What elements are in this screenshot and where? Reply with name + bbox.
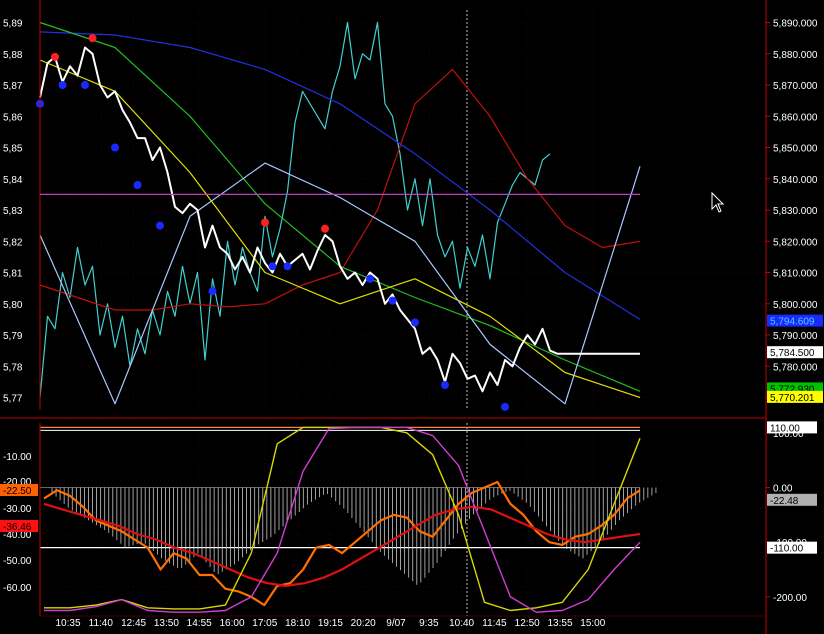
y-tick-label-right: 5,850.000 — [773, 144, 818, 155]
y-tick-label-left: 5,84 — [3, 175, 23, 186]
y-tick-label-left: 5,88 — [3, 50, 23, 61]
series-line — [39, 46, 640, 393]
value-tag-left-label: -22.50 — [3, 486, 32, 497]
x-tick-label: 13:50 — [154, 618, 179, 629]
x-tick-label: 11:45 — [482, 618, 507, 629]
signal-dot — [411, 318, 419, 327]
value-tag-right-label: -110.00 — [770, 544, 804, 555]
mouse-cursor-icon — [711, 191, 725, 213]
y-tick-label-right: 5,890.000 — [773, 19, 818, 30]
signal-dot — [81, 81, 89, 89]
x-tick-label: 9/07 — [386, 618, 406, 629]
price-chart: 10:35 11:40 12:45 13:50 14:55 16:00 17:05 18:10… — [0, 0, 823, 634]
price-tag-label: 5,770.201 — [770, 393, 815, 404]
x-tick-label: 13:55 — [547, 618, 572, 629]
y-tick-label-right: 5,800.000 — [773, 300, 818, 311]
value-tag-left-label: -36.46 — [3, 522, 32, 533]
y-tick-label-right: -200.00 — [773, 593, 807, 604]
x-tick-label: 19:15 — [318, 618, 343, 629]
y-tick-label-left: 5,82 — [3, 237, 23, 248]
signal-dot — [388, 296, 397, 305]
series-line — [39, 31, 641, 320]
x-tick-label: 16:00 — [219, 618, 244, 629]
signal-dot — [156, 221, 164, 230]
x-tick-label: 12:50 — [515, 618, 540, 629]
signal-dot — [111, 143, 119, 152]
series-line — [39, 162, 641, 405]
x-tick-label: 18:10 — [285, 618, 310, 629]
signal-dot — [208, 287, 217, 296]
signal-dot — [441, 381, 449, 389]
y-tick-label-right: 5,880.000 — [773, 50, 818, 61]
value-tag-right-label: -22.48 — [770, 496, 799, 507]
y-tick-label-right: 5,840.000 — [773, 175, 818, 186]
oscillator-series-layer — [40, 426, 657, 613]
y-tick-label-left: 5,77 — [3, 394, 23, 405]
y-tick-label-right: 5,830.000 — [773, 206, 818, 217]
upper-series-layer — [39, 21, 641, 405]
signal-dot — [133, 181, 142, 189]
y-tick-label-left: 5,85 — [3, 144, 23, 155]
x-tick-label: 20:20 — [351, 618, 376, 629]
y-tick-label-left: -30.00 — [3, 504, 32, 515]
signal-dot — [283, 262, 292, 271]
y-tick-label-right: 5,870.000 — [773, 81, 818, 92]
series-line — [39, 68, 641, 311]
price-tag-label: 5,784.500 — [770, 348, 815, 359]
x-tick-label: 14:55 — [187, 618, 212, 629]
signal-dot — [51, 52, 59, 61]
price-tag-label: 5,794.609 — [770, 317, 815, 328]
series-line — [39, 59, 641, 399]
y-tick-label-left: -50.00 — [3, 556, 32, 567]
x-tick-label: 10:40 — [449, 618, 474, 629]
y-tick-label-right: 5,860.000 — [773, 112, 818, 123]
x-tick-label: 17:05 — [252, 618, 277, 629]
y-tick-label-left: 5,87 — [3, 81, 23, 92]
y-tick-label-left: 5,81 — [3, 269, 23, 280]
y-tick-label-left: 5,83 — [3, 206, 23, 217]
signal-dot — [321, 224, 329, 233]
y-tick-label-left: 5,89 — [3, 19, 23, 30]
y-tick-label-right: 5,790.000 — [773, 331, 818, 342]
signal-dot — [261, 218, 269, 227]
y-tick-label-right: 5,810.000 — [773, 269, 818, 280]
x-tick-label: 12:45 — [121, 618, 146, 629]
x-tick-label: 9:35 — [419, 618, 439, 629]
value-tag-right-label: 110.00 — [770, 423, 800, 434]
y-tick-label-right: 5,820.000 — [773, 237, 818, 248]
y-tick-label-left: -60.00 — [3, 583, 32, 594]
signal-dot — [501, 402, 509, 411]
x-tick-label: 11:40 — [89, 618, 114, 629]
y-tick-label-left: 5,86 — [3, 112, 23, 123]
signal-dot — [88, 34, 97, 43]
y-tick-label-left: 5,79 — [3, 331, 23, 342]
y-tick-label-right: 0.00 — [773, 484, 793, 495]
y-tick-label-right: 5,780.000 — [773, 362, 818, 373]
y-tick-label-left: 5,80 — [3, 300, 23, 311]
y-tick-label-left: -10.00 — [3, 452, 32, 463]
signal-dots-layer — [36, 34, 509, 411]
signal-dot — [58, 81, 67, 89]
x-tick-label: 10:35 — [55, 618, 80, 629]
x-tick-label: 15:00 — [580, 618, 605, 629]
signal-dot — [366, 274, 374, 283]
signal-dot — [268, 262, 277, 271]
y-tick-label-left: 5,78 — [3, 362, 23, 373]
